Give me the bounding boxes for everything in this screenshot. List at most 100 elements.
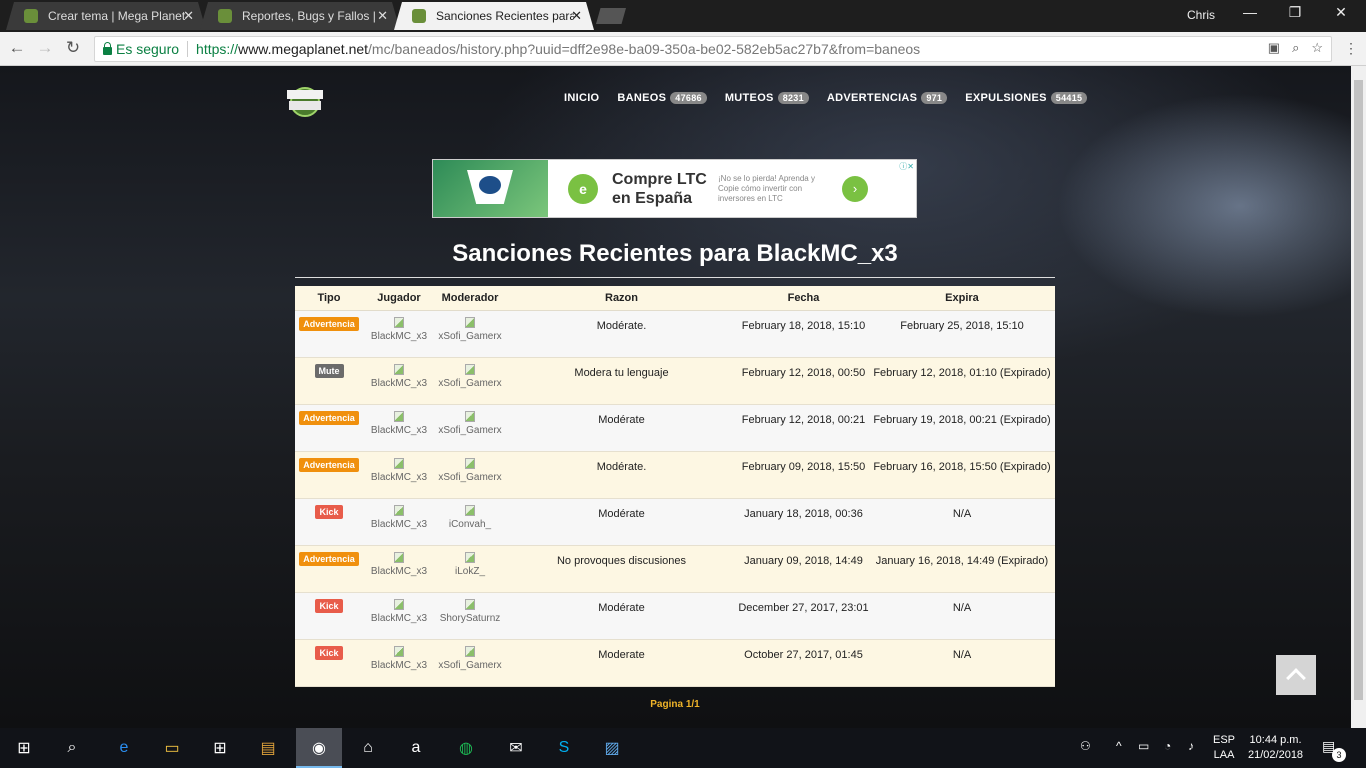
megaplanet-favicon-icon (412, 9, 426, 23)
cell-fecha: January 09, 2018, 14:49 (744, 555, 863, 567)
address-bar[interactable]: Es seguro https:// www.megaplanet.net /m… (94, 36, 1332, 62)
scroll-to-top-button[interactable] (1276, 655, 1316, 695)
cell-jugador: BlackMC_x3 (363, 311, 435, 357)
nav-link-label: EXPULSIONES (965, 92, 1047, 104)
ad-banner[interactable]: e Compre LTC en España ¡No se lo pierda!… (432, 159, 917, 218)
close-tab-icon[interactable]: ✕ (571, 8, 582, 24)
nav-link-expulsiones[interactable]: EXPULSIONES 54415 (965, 92, 1088, 104)
sanction-type-badge: Mute (314, 364, 344, 378)
people-icon[interactable]: ⚇ (1080, 739, 1091, 753)
moderator-avatar[interactable]: xSofi_Gamerx (435, 458, 505, 483)
broken-image-icon (465, 317, 475, 328)
browser-tab[interactable]: Reportes, Bugs y Fallos | M ✕ (200, 2, 400, 30)
player-avatar[interactable]: BlackMC_x3 (363, 599, 435, 624)
cell-tipo: Kick (295, 640, 363, 686)
new-tab-button[interactable] (596, 8, 626, 24)
moderator-avatar[interactable]: ShorySaturnz (435, 599, 505, 624)
cell-tipo: Advertencia (295, 546, 363, 592)
broken-image-icon (394, 552, 404, 563)
mail-icon[interactable]: ✉ (504, 736, 528, 760)
back-arrow-icon[interactable]: ← (6, 38, 28, 58)
player-avatar[interactable]: BlackMC_x3 (363, 317, 435, 342)
spotify-icon[interactable]: ◍ (454, 736, 478, 760)
broken-image-icon (465, 552, 475, 563)
reload-icon[interactable]: ↻ (62, 38, 84, 58)
browser-tab[interactable]: Crear tema | Mega Planet ✕ (6, 2, 206, 30)
page-scrollbar[interactable] (1351, 66, 1366, 728)
store-icon[interactable]: ⊞ (208, 736, 232, 760)
player-avatar[interactable]: BlackMC_x3 (363, 505, 435, 530)
system-clock[interactable]: 10:44 p.m. 21/02/2018 (1248, 733, 1303, 763)
nav-link-baneos[interactable]: BANEOS 47686 (617, 92, 707, 104)
player-name: BlackMC_x3 (370, 519, 428, 530)
moderator-name: ShorySaturnz (439, 613, 501, 624)
search-icon[interactable]: ⌕ (60, 736, 84, 760)
wifi-icon[interactable]: ◔ (1164, 739, 1171, 753)
ad-arrow-icon[interactable]: › (842, 175, 868, 202)
page-title: Sanciones Recientes para BlackMC_x3 (452, 240, 898, 267)
cell-fecha: October 27, 2017, 01:45 (744, 649, 863, 661)
input-language[interactable]: ESP LAA (1213, 733, 1235, 763)
close-tab-icon[interactable]: ✕ (377, 8, 388, 24)
nav-link-inicio[interactable]: INICIO (564, 92, 599, 104)
restore-icon[interactable]: ❐ (1280, 4, 1310, 21)
chevron-up-icon[interactable]: ^ (1116, 739, 1122, 753)
nav-link-advertencias[interactable]: ADVERTENCIAS 971 (827, 92, 948, 104)
file-explorer-icon[interactable]: ▭ (160, 736, 184, 760)
browser-menu-icon[interactable]: ⋮ (1344, 40, 1358, 57)
megaplanet-logo[interactable] (284, 84, 326, 118)
player-avatar[interactable]: BlackMC_x3 (363, 364, 435, 389)
archive-app-icon[interactable]: ▤ (256, 736, 280, 760)
forward-arrow-icon[interactable]: → (34, 38, 56, 58)
cell-moderador: iLokZ_ (435, 546, 505, 592)
edge-browser-icon[interactable]: e (112, 736, 136, 760)
table-row: Kick BlackMC_x3 iConvah_ Modérate January 18… (295, 499, 1055, 546)
nav-link-muteos[interactable]: MUTEOS 8231 (725, 92, 809, 104)
moderator-name: iConvah_ (448, 519, 492, 530)
moderator-avatar[interactable]: xSofi_Gamerx (435, 317, 505, 342)
player-avatar[interactable]: BlackMC_x3 (363, 646, 435, 671)
broken-image-icon (465, 646, 475, 657)
bookmark-star-icon[interactable]: ☆ (1311, 40, 1323, 56)
language-layout: LAA (1213, 749, 1235, 761)
browser-tab-active[interactable]: Sanciones Recientes para ✕ (394, 2, 594, 30)
cell-razon: Modérate. (596, 461, 647, 473)
player-avatar[interactable]: BlackMC_x3 (363, 458, 435, 483)
moderator-avatar[interactable]: xSofi_Gamerx (435, 646, 505, 671)
cookie-blocked-icon[interactable]: ▣ (1268, 40, 1280, 56)
clock-time: 10:44 p.m. (1249, 734, 1302, 746)
player-name: BlackMC_x3 (370, 472, 428, 483)
moderator-avatar[interactable]: iConvah_ (435, 505, 505, 530)
lock-icon[interactable] (103, 41, 112, 55)
moderator-avatar[interactable]: xSofi_Gamerx (435, 364, 505, 389)
table-header: Tipo Jugador Moderador Razon Fecha Expir… (295, 286, 1055, 311)
volume-icon[interactable]: ♪ (1188, 739, 1194, 753)
pagination[interactable]: Pagina 1/1 (295, 699, 1055, 710)
windows-start-icon[interactable]: ⊞ (12, 736, 36, 760)
cell-expira: N/A (952, 602, 972, 614)
broken-image-icon (465, 505, 475, 516)
skype-icon[interactable]: S (552, 736, 576, 760)
battery-icon[interactable]: ▭ (1138, 739, 1149, 753)
cell-jugador: BlackMC_x3 (363, 640, 435, 686)
amazon-icon[interactable]: a (404, 736, 428, 760)
photos-icon[interactable]: ▨ (600, 736, 624, 760)
browser-profile-name[interactable]: Chris (1187, 8, 1215, 22)
scrollbar-thumb[interactable] (1354, 80, 1363, 700)
moderator-avatar[interactable]: xSofi_Gamerx (435, 411, 505, 436)
moderator-avatar[interactable]: iLokZ_ (435, 552, 505, 577)
site-navigation: INICIO BANEOS 47686 MUTEOS 8231 ADVERTENCI… (564, 92, 1088, 104)
cell-tipo: Kick (295, 593, 363, 639)
column-header-razon: Razon (605, 292, 638, 304)
home-icon[interactable]: ⌂ (356, 736, 380, 760)
chrome-icon[interactable]: ◉ (296, 728, 342, 768)
close-window-icon[interactable]: ✕ (1326, 4, 1356, 21)
close-tab-icon[interactable]: ✕ (183, 8, 194, 24)
secure-label[interactable]: Es seguro (116, 41, 179, 57)
minimize-icon[interactable]: — (1235, 4, 1265, 20)
player-avatar[interactable]: BlackMC_x3 (363, 411, 435, 436)
ad-info-icon[interactable]: ⓘ✕ (899, 161, 914, 172)
player-avatar[interactable]: BlackMC_x3 (363, 552, 435, 577)
ad-text: ¡No se lo pierda! Aprenda y Copie cómo i… (718, 173, 815, 203)
zoom-icon[interactable]: ⌕ (1292, 40, 1299, 56)
